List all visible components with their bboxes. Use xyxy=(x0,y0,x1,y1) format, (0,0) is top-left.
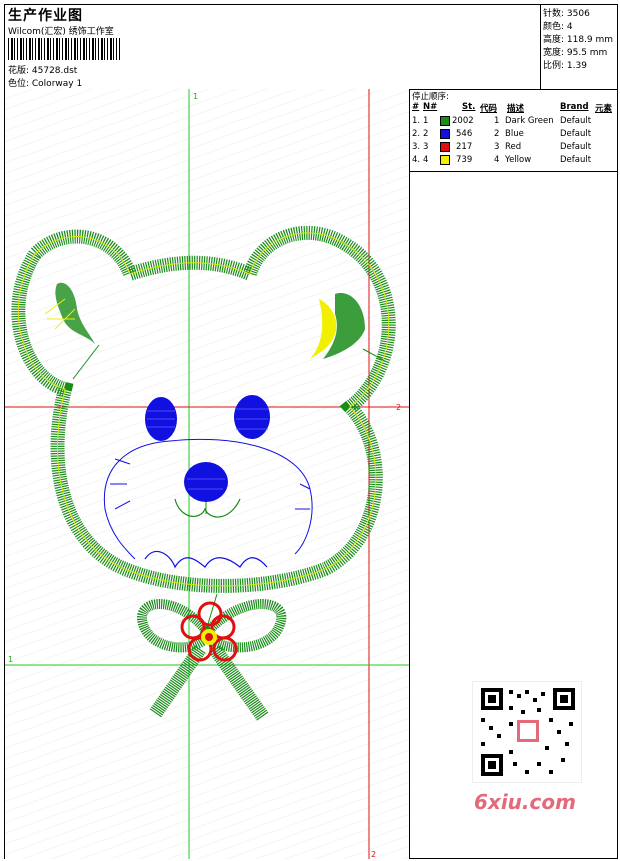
row-code: 4 xyxy=(494,155,500,165)
sheet-title: 生产作业图 xyxy=(8,8,83,24)
row-number: 2 xyxy=(423,129,429,139)
right-ear-inner xyxy=(310,293,386,362)
col-code: 代码 xyxy=(480,104,498,114)
left-ear-inner xyxy=(44,282,100,380)
colorway: 色位: Colorway 1 xyxy=(8,79,83,89)
right-eye xyxy=(234,395,270,439)
row-index: 2. xyxy=(412,129,421,139)
row-brand: Default xyxy=(560,116,592,126)
guide-label-h1: 1 xyxy=(8,655,13,664)
row-brand: Default xyxy=(560,129,592,139)
table-title: 停止顺序: xyxy=(412,92,449,102)
row-brand: Default xyxy=(560,155,592,165)
row-stitches: 2002 xyxy=(452,116,474,126)
guide-label-v2: 2 xyxy=(371,850,376,859)
color-swatch xyxy=(440,155,450,165)
row-number: 1 xyxy=(423,116,429,126)
row-stitches: 546 xyxy=(456,129,473,139)
color-count: 颜色: 4 xyxy=(543,22,573,32)
row-index: 4. xyxy=(412,155,421,165)
design-canvas: 1 2 1 2 xyxy=(5,89,410,859)
scale-value: 比例: 1.39 xyxy=(543,61,587,71)
color-swatch xyxy=(440,142,450,152)
row-number: 3 xyxy=(423,142,429,152)
row-stitches: 217 xyxy=(456,142,473,152)
design-file: 花版: 45728.dst xyxy=(8,66,78,76)
row-desc: Blue xyxy=(505,129,524,139)
qr-code xyxy=(472,681,582,783)
guide-label-h2: 2 xyxy=(396,403,401,412)
height-value: 高度: 118.9 mm xyxy=(543,35,614,45)
row-stitches: 739 xyxy=(456,155,473,165)
row-brand: Default xyxy=(560,142,592,152)
col-number: N# xyxy=(423,102,438,112)
muzzle xyxy=(103,438,313,569)
stitch-count: 针数: 3506 xyxy=(543,9,590,19)
col-desc: 描述 xyxy=(507,104,525,114)
row-desc: Yellow xyxy=(505,155,532,165)
stats-panel: 针数: 3506 颜色: 4 高度: 118.9 mm 宽度: 95.5 mm … xyxy=(540,5,618,89)
row-desc: Red xyxy=(505,142,522,152)
row-code: 1 xyxy=(494,116,500,126)
col-brand: Brand xyxy=(560,102,589,112)
row-code: 3 xyxy=(494,142,500,152)
guide-label-v1: 1 xyxy=(193,92,198,101)
left-eye xyxy=(145,397,177,441)
row-number: 4 xyxy=(423,155,429,165)
embroidery-design: 1 2 1 2 xyxy=(5,89,409,859)
col-index: # xyxy=(412,102,420,112)
sheet-header: 生产作业图 Wilcom(汇宏) 绣饰工作室 花版: 45728.dst 色位:… xyxy=(5,5,617,90)
width-value: 宽度: 95.5 mm xyxy=(543,48,608,58)
stop-sequence-table: 停止顺序: # N# St. 代码 描述 Brand 元素 1. 1 2002 … xyxy=(410,89,617,172)
bow xyxy=(137,593,287,722)
barcode xyxy=(8,38,120,60)
col-element: 元素 xyxy=(595,104,613,114)
row-desc: Dark Green xyxy=(505,116,554,126)
bear-head-outline xyxy=(11,225,396,593)
col-stitches: St. xyxy=(462,102,476,112)
studio-name: Wilcom(汇宏) 绣饰工作室 xyxy=(8,27,114,37)
row-index: 3. xyxy=(412,142,421,152)
watermark: 6xiu.com xyxy=(474,790,576,814)
row-index: 1. xyxy=(412,116,421,126)
row-code: 2 xyxy=(494,129,500,139)
color-swatch xyxy=(440,116,450,126)
color-swatch xyxy=(440,129,450,139)
